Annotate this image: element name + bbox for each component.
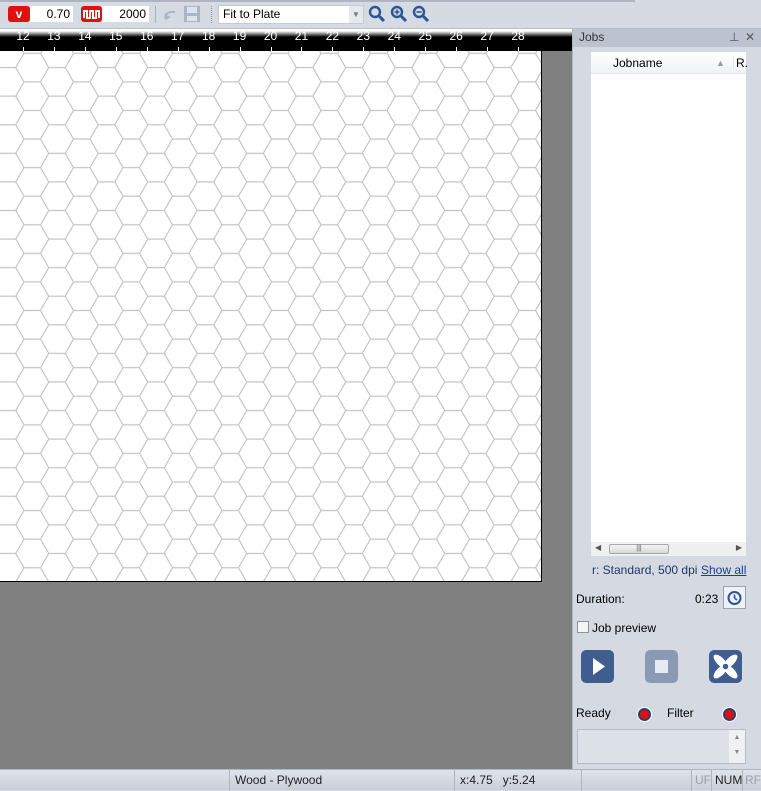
coordinates-status: x:4.75 y:5.24: [454, 770, 581, 791]
calculate-duration-button[interactable]: [723, 586, 746, 609]
ruler-tick: 23: [353, 29, 373, 51]
separator: [155, 6, 156, 23]
rf-indicator: RF: [742, 770, 761, 791]
ruler-tick: 25: [415, 29, 435, 51]
ruler-tick: 12: [13, 29, 33, 51]
exhaust-fan-button[interactable]: [709, 650, 742, 683]
scroll-left-icon[interactable]: ◀: [595, 543, 601, 552]
ruler-tick: 24: [384, 29, 404, 51]
save-icon[interactable]: [183, 5, 201, 23]
jobs-table-header: Jobname ▲ R.: [591, 52, 748, 74]
status-empty: [581, 770, 691, 791]
start-button[interactable]: [581, 650, 614, 683]
ruler-tick: 15: [106, 29, 126, 51]
scrollbar-thumb[interactable]: |||: [609, 544, 669, 554]
stopwatch-icon: [727, 591, 742, 605]
num-indicator: NUM: [711, 770, 742, 791]
zoom-mode-select[interactable]: Fit to Plate ▼: [218, 5, 364, 24]
chevron-down-icon[interactable]: ▼: [349, 6, 363, 23]
frequency-input[interactable]: 2000: [102, 6, 149, 22]
undo-icon[interactable]: [161, 5, 179, 23]
ruler-tick: 22: [322, 29, 342, 51]
fan-icon: [713, 654, 738, 679]
scroll-right-icon[interactable]: ▶: [736, 543, 742, 552]
frequency-icon: [81, 6, 102, 22]
ruler-tick: 20: [261, 29, 281, 51]
duration-label: Duration:: [576, 592, 625, 606]
zoom-mode-value: Fit to Plate: [223, 7, 281, 21]
ruler-tick: 16: [137, 29, 157, 51]
pin-icon[interactable]: ⊥: [729, 29, 739, 46]
duration-value: 0:23: [695, 592, 719, 606]
ruler-tick: 13: [44, 29, 64, 51]
horizontal-ruler: 12 13 14 15 16 17 18 19 20 21 22 23 24 25 26 27 28: [0, 29, 572, 51]
honeycomb-grid: [0, 51, 541, 581]
jobs-panel-title: Jobs: [579, 30, 605, 44]
ruler-tick: 19: [230, 29, 250, 51]
jobs-table[interactable]: Jobname ▲ R. ◀ ||| ▶: [591, 52, 748, 556]
zoom-out-icon[interactable]: [412, 5, 430, 23]
ruler-tick: 17: [168, 29, 188, 51]
ruler-tick: 21: [291, 29, 311, 51]
ruler-tick: 26: [446, 29, 466, 51]
ruler-tick: 27: [477, 29, 497, 51]
ruler-tick: 14: [75, 29, 95, 51]
material-status: Wood - Plywood: [229, 770, 453, 791]
settings-text: r: Standard, 500 dpi: [592, 563, 698, 577]
job-preview-checkbox[interactable]: [577, 621, 589, 633]
uf-indicator: UF: [691, 770, 711, 791]
column-r[interactable]: R.: [733, 56, 748, 70]
ruler-tick: 18: [199, 29, 219, 51]
job-preview-label: Job preview: [592, 621, 657, 635]
show-all-link[interactable]: Show all: [701, 563, 746, 577]
zoom-icon[interactable]: [368, 5, 386, 23]
toolbar: v 0.70 2000 Fit to Plate ▼: [0, 0, 761, 29]
message-box[interactable]: ▲ ▼: [577, 729, 746, 764]
filter-status-led: [723, 708, 736, 721]
separator: [211, 6, 212, 23]
toolbar-divider: [0, 0, 635, 2]
sort-asc-icon: ▲: [716, 58, 725, 68]
close-icon[interactable]: ✕: [745, 29, 755, 46]
work-area[interactable]: [0, 51, 572, 769]
jobs-panel-header: Jobs ⊥ ✕: [573, 29, 761, 47]
ready-label: Ready: [576, 706, 611, 720]
stop-icon: [655, 660, 668, 673]
horizontal-scrollbar[interactable]: ◀ ||| ▶: [591, 542, 746, 556]
filter-label: Filter: [667, 706, 694, 720]
speed-icon: v: [8, 6, 30, 22]
ruler-tick: 28: [508, 29, 528, 51]
play-icon: [593, 658, 605, 675]
column-jobname[interactable]: Jobname: [613, 56, 662, 70]
message-scrollbar[interactable]: ▲ ▼: [729, 730, 745, 763]
status-bar: Wood - Plywood x:4.75 y:5.24 UF NUM RF: [0, 769, 761, 791]
stop-button[interactable]: [645, 650, 678, 683]
ready-status-led: [638, 708, 651, 721]
zoom-in-icon[interactable]: [390, 5, 408, 23]
plate-canvas[interactable]: [0, 51, 542, 582]
jobs-panel: Jobs ⊥ ✕ Jobname ▲ R. ◀ ||| ▶ r: Standar…: [572, 29, 761, 769]
speed-input[interactable]: 0.70: [30, 6, 73, 22]
